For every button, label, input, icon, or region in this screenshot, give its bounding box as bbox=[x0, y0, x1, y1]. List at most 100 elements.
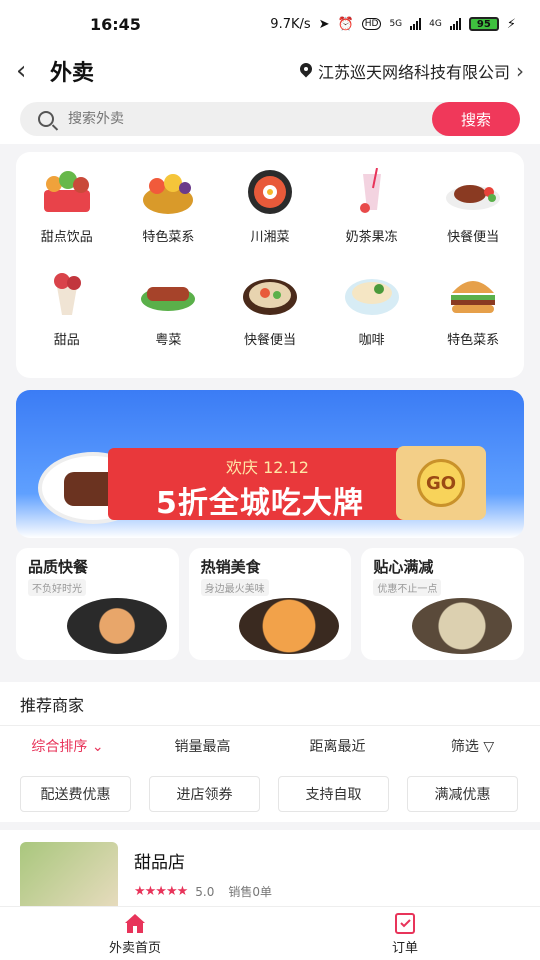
location-arrow-icon: ➤ bbox=[318, 16, 330, 32]
sort-comprehensive[interactable]: 综合排序 ⌄ bbox=[0, 736, 135, 756]
category-item[interactable]: 特色菜系 bbox=[422, 269, 524, 372]
page-title: 外卖 bbox=[50, 61, 95, 86]
search-input[interactable] bbox=[68, 111, 368, 127]
promo-title: 贴心满减 bbox=[373, 558, 434, 576]
category-label: 快餐便当 bbox=[447, 230, 500, 245]
skewer-icon bbox=[138, 269, 198, 321]
category-label: 粤菜 bbox=[155, 333, 182, 348]
nav-home[interactable]: 外卖首页 bbox=[0, 907, 270, 960]
promo-card-quality[interactable]: 品质快餐 不负好时光 bbox=[16, 548, 179, 660]
category-label: 川湘菜 bbox=[250, 230, 290, 245]
signal-icon bbox=[410, 18, 422, 30]
noodle-bowl-icon bbox=[342, 269, 402, 321]
home-icon bbox=[125, 913, 145, 933]
recommend-title: 推荐商家 bbox=[20, 695, 85, 715]
status-indicators: 9.7K/s ➤ ⏰ HD 5G 4G 95 ⚡ bbox=[270, 17, 516, 32]
category-label: 甜点饮品 bbox=[40, 230, 93, 245]
bottom-nav: 外卖首页 订单 bbox=[0, 906, 540, 960]
burger-icon bbox=[443, 269, 503, 321]
shop-image bbox=[20, 842, 118, 914]
filter-chips: 配送费优惠 进店领券 支持自取 满减优惠 bbox=[0, 766, 540, 822]
category-label: 咖啡 bbox=[358, 333, 385, 348]
location-selector[interactable]: 江苏巡天网络科技有限公司 › bbox=[300, 59, 524, 83]
status-bar: 16:45 9.7K/s ➤ ⏰ HD 5G 4G 95 ⚡ bbox=[0, 0, 540, 48]
category-item[interactable]: 奶茶果冻 bbox=[321, 166, 423, 269]
promo-tag: 身边最火美味 bbox=[200, 579, 269, 596]
hotpot-icon bbox=[240, 269, 300, 321]
category-item[interactable]: 快餐便当 bbox=[219, 269, 321, 372]
rating-score: 5.0 bbox=[195, 884, 215, 899]
back-icon[interactable]: ‹ bbox=[16, 56, 50, 86]
basket-icon bbox=[37, 166, 97, 218]
chevron-right-icon: › bbox=[516, 59, 524, 83]
category-label: 特色菜系 bbox=[447, 333, 500, 348]
search-button[interactable]: 搜索 bbox=[432, 102, 520, 136]
nav-orders[interactable]: 订单 bbox=[270, 907, 540, 960]
filter-icon: ▽ bbox=[478, 739, 495, 755]
promo-title: 热销美食 bbox=[200, 558, 261, 576]
shop-card[interactable]: 甜品店 ★★★★★ 5.0 销售0单 bbox=[0, 822, 540, 914]
fish-dish-image bbox=[412, 598, 513, 654]
sort-label: 销量最高 bbox=[174, 739, 231, 755]
category-grid: 甜点饮品 特色菜系 川湘菜 奶茶果冻 快餐便当 甜品 粤菜 快餐便当 咖啡 特色… bbox=[16, 152, 524, 378]
order-icon bbox=[395, 912, 415, 934]
sort-bar: 综合排序 ⌄ 销量最高 距离最近 筛选 ▽ bbox=[0, 726, 540, 766]
steak-icon bbox=[443, 166, 503, 218]
net-speed: 9.7K/s bbox=[270, 16, 311, 32]
sort-label: 综合排序 bbox=[31, 739, 88, 755]
milkshake-icon bbox=[342, 166, 402, 218]
page: 16:45 9.7K/s ➤ ⏰ HD 5G 4G 95 ⚡ ‹ 外卖 江苏巡天… bbox=[0, 0, 540, 960]
category-item[interactable]: 快餐便当 bbox=[422, 166, 524, 269]
promo-title: 品质快餐 bbox=[28, 558, 89, 576]
category-item[interactable]: 川湘菜 bbox=[219, 166, 321, 269]
fruit-basket-icon bbox=[138, 166, 198, 218]
promo-tag: 优惠不止一点 bbox=[373, 579, 442, 596]
promo-card-discount[interactable]: 贴心满减 优惠不止一点 bbox=[361, 548, 525, 660]
hd-badge: HD bbox=[361, 18, 382, 30]
sort-filter[interactable]: 筛选 ▽ bbox=[405, 736, 540, 756]
promo-banner[interactable]: 欢庆 12.12 5折全城吃大牌 GO bbox=[16, 390, 524, 538]
chip-coupon[interactable]: 进店领券 bbox=[149, 776, 260, 812]
category-item[interactable]: 甜品 bbox=[16, 269, 118, 372]
nav-label: 外卖首页 bbox=[108, 940, 161, 956]
promo-card-hot[interactable]: 热销美食 身边最火美味 bbox=[188, 548, 352, 660]
battery-icon: 95 bbox=[468, 17, 499, 31]
net2-label: 4G bbox=[429, 19, 442, 29]
shop-info: 甜品店 ★★★★★ 5.0 销售0单 bbox=[134, 842, 272, 899]
category-item[interactable]: 咖啡 bbox=[321, 269, 423, 372]
noodle-dish-image bbox=[239, 598, 340, 654]
category-item[interactable]: 甜点饮品 bbox=[16, 166, 118, 269]
search-bar: 搜索 bbox=[0, 94, 540, 144]
signal-icon-2 bbox=[449, 18, 461, 30]
category-label: 特色菜系 bbox=[142, 230, 195, 245]
banner-subtitle: 欢庆 12.12 bbox=[226, 458, 309, 477]
search-box: 搜索 bbox=[20, 102, 520, 136]
chip-delivery-discount[interactable]: 配送费优惠 bbox=[20, 776, 131, 812]
chevron-down-icon: ⌄ bbox=[87, 739, 104, 755]
sort-distance[interactable]: 距离最近 bbox=[270, 736, 405, 756]
location-label: 江苏巡天网络科技有限公司 bbox=[317, 63, 510, 82]
search-icon bbox=[38, 111, 54, 127]
sort-label: 筛选 bbox=[450, 739, 479, 755]
location-pin-icon bbox=[300, 63, 312, 79]
shop-name: 甜品店 bbox=[134, 853, 185, 873]
chip-full-reduction[interactable]: 满减优惠 bbox=[407, 776, 518, 812]
star-rating-icon: ★★★★★ bbox=[134, 884, 188, 899]
category-label: 甜品 bbox=[53, 333, 80, 348]
sort-sales[interactable]: 销量最高 bbox=[135, 736, 270, 756]
charging-icon: ⚡ bbox=[506, 16, 516, 32]
sushi-platter-image bbox=[66, 598, 167, 654]
alarm-icon: ⏰ bbox=[337, 16, 354, 32]
shop-rating: ★★★★★ 5.0 销售0单 bbox=[134, 883, 272, 900]
promo-cards: 品质快餐 不负好时光 热销美食 身边最火美味 贴心满减 优惠不止一点 bbox=[16, 548, 525, 660]
nav-label: 订单 bbox=[391, 940, 418, 956]
sort-label: 距离最近 bbox=[309, 739, 366, 755]
dessert-icon bbox=[37, 269, 97, 321]
banner-go-button[interactable]: GO bbox=[396, 446, 486, 520]
category-item[interactable]: 粤菜 bbox=[118, 269, 220, 372]
banner-headline: 5折全城吃大牌 bbox=[156, 486, 364, 521]
category-item[interactable]: 特色菜系 bbox=[118, 166, 220, 269]
chip-pickup[interactable]: 支持自取 bbox=[278, 776, 389, 812]
sales-count: 销售0单 bbox=[228, 885, 273, 899]
promo-tag: 不负好时光 bbox=[28, 579, 86, 596]
